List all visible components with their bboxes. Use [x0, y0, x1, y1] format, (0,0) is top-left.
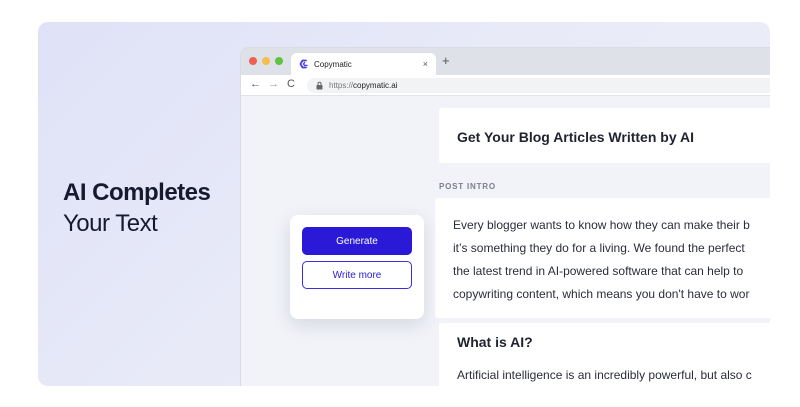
section-body: Artificial intelligence is an incredibly… — [457, 368, 752, 382]
hero-headline: AI Completes Your Text — [63, 177, 211, 239]
write-more-button[interactable]: Write more — [302, 261, 412, 289]
intro-line: copywriting content, which means you don… — [453, 287, 750, 301]
browser-titlebar: Copymatic × + — [241, 48, 770, 75]
post-intro-panel[interactable]: Every blogger wants to know how they can… — [435, 198, 770, 318]
intro-line: Every blogger wants to know how they can… — [453, 218, 750, 232]
section-heading: What is AI? — [457, 334, 533, 350]
window-close-dot[interactable] — [249, 57, 257, 65]
url-host: copymatic.ai — [353, 81, 398, 90]
article-title: Get Your Blog Articles Written by AI — [457, 129, 694, 145]
section-label: POST INTRO — [439, 182, 496, 191]
tab-title: Copymatic — [314, 59, 352, 69]
copymatic-logo-icon — [299, 59, 308, 69]
back-arrow-icon[interactable]: ← — [250, 78, 261, 90]
action-card: Generate Write more — [290, 215, 424, 319]
window-maximize-dot[interactable] — [275, 57, 283, 65]
tab-close-icon[interactable]: × — [423, 59, 428, 69]
post-intro-text: Every blogger wants to know how they can… — [453, 214, 770, 306]
forward-arrow-icon[interactable]: → — [268, 78, 279, 90]
reload-icon[interactable]: C — [287, 78, 295, 90]
hero-card: AI Completes Your Text Copymatic × + ← →… — [38, 22, 770, 386]
what-is-ai-panel: What is AI? Artificial intelligence is a… — [439, 323, 770, 386]
window-minimize-dot[interactable] — [262, 57, 270, 65]
article-title-panel: Get Your Blog Articles Written by AI — [439, 108, 770, 163]
intro-line: it’s something they do for a living. We … — [453, 241, 745, 255]
new-tab-icon[interactable]: + — [442, 53, 450, 68]
browser-tab[interactable]: Copymatic × — [291, 53, 436, 75]
lock-icon — [316, 81, 323, 90]
intro-line: the latest trend in AI-powered software … — [453, 264, 744, 278]
address-bar[interactable]: https://copymatic.ai — [307, 78, 770, 93]
headline-line-2: Your Text — [63, 210, 158, 237]
headline-line-1: AI Completes — [63, 179, 211, 206]
browser-toolbar: ← → C https://copymatic.ai — [241, 75, 770, 96]
generate-button[interactable]: Generate — [302, 227, 412, 255]
url-scheme: https:// — [329, 81, 354, 90]
